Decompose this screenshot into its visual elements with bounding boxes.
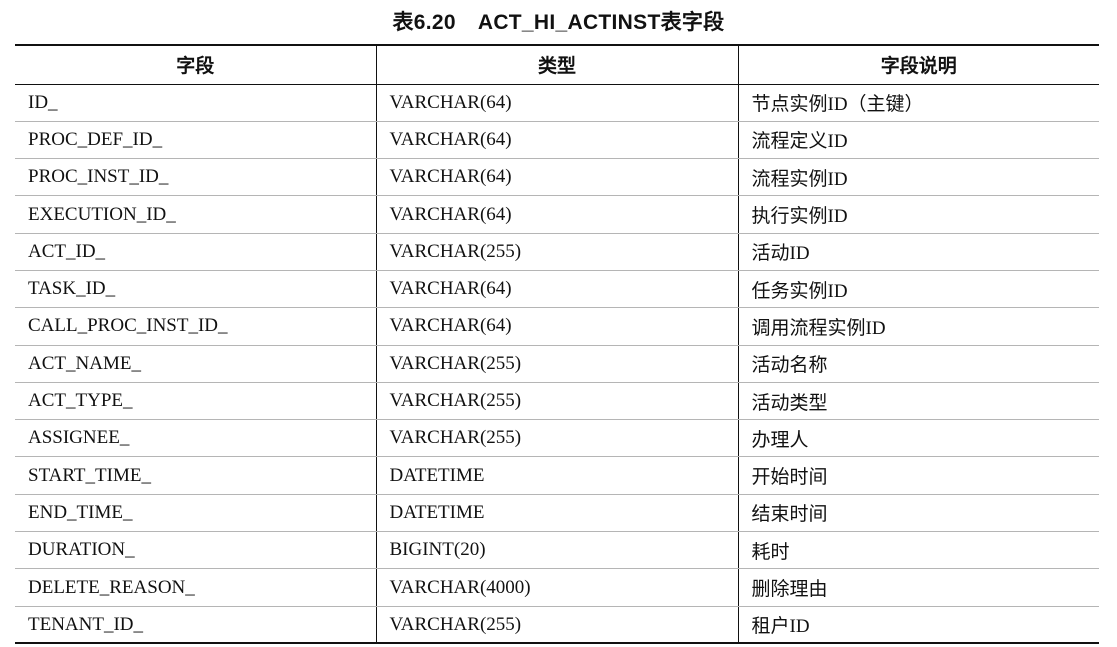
table-row: ACT_TYPE_ VARCHAR(255) 活动类型: [15, 382, 1099, 421]
field-description-cell: 结束时间: [737, 494, 1099, 533]
field-name-cell: ACT_ID_: [15, 233, 376, 271]
table-row: PROC_DEF_ID_ VARCHAR(64) 流程定义ID: [15, 121, 1099, 160]
field-table: 字段 类型 字段说明 ID_ VARCHAR(64) 节点实例ID（主键） PR…: [15, 44, 1099, 645]
field-type-cell: VARCHAR(255): [375, 233, 738, 271]
table-caption: 表6.20 ACT_HI_ACTINST表字段: [0, 6, 1117, 36]
field-name-cell: ACT_TYPE_: [15, 382, 376, 421]
field-description-cell: 活动类型: [737, 382, 1099, 421]
table-row: DURATION_ BIGINT(20) 耗时: [15, 531, 1099, 570]
field-name-cell: DURATION_: [15, 531, 376, 570]
field-name-cell: EXECUTION_ID_: [15, 195, 376, 234]
field-description-cell: 活动名称: [737, 345, 1099, 383]
table-title: ACT_HI_ACTINST表字段: [477, 11, 725, 34]
field-description-cell: 调用流程实例ID: [737, 307, 1099, 346]
field-description-cell: 活动ID: [737, 233, 1099, 271]
field-name-cell: START_TIME_: [15, 456, 376, 495]
field-name-cell: PROC_DEF_ID_: [15, 121, 376, 160]
header-field: 字段: [15, 44, 376, 85]
field-type-cell: VARCHAR(255): [375, 606, 738, 645]
table-row: TASK_ID_ VARCHAR(64) 任务实例ID: [15, 270, 1099, 309]
field-type-cell: VARCHAR(255): [375, 345, 738, 383]
field-type-cell: VARCHAR(64): [375, 84, 738, 122]
field-description-cell: 流程定义ID: [737, 121, 1099, 160]
field-type-cell: DATETIME: [375, 456, 738, 495]
table-row: ASSIGNEE_ VARCHAR(255) 办理人: [15, 419, 1099, 458]
table-row: ID_ VARCHAR(64) 节点实例ID（主键）: [15, 84, 1099, 122]
field-description-cell: 租户ID: [737, 606, 1099, 645]
table-row: CALL_PROC_INST_ID_ VARCHAR(64) 调用流程实例ID: [15, 307, 1099, 346]
field-description-cell: 节点实例ID（主键）: [737, 84, 1099, 122]
table-row: START_TIME_ DATETIME 开始时间: [15, 456, 1099, 495]
field-name-cell: TASK_ID_: [15, 270, 376, 309]
field-type-cell: VARCHAR(64): [375, 307, 738, 346]
field-description-cell: 执行实例ID: [737, 195, 1099, 234]
table-row: END_TIME_ DATETIME 结束时间: [15, 494, 1099, 533]
table-row: ACT_ID_ VARCHAR(255) 活动ID: [15, 233, 1099, 271]
table-row: EXECUTION_ID_ VARCHAR(64) 执行实例ID: [15, 195, 1099, 234]
field-type-cell: VARCHAR(64): [375, 121, 738, 160]
field-type-cell: VARCHAR(4000): [375, 568, 738, 607]
field-name-cell: ID_: [15, 84, 376, 122]
header-type: 类型: [375, 44, 738, 85]
field-type-cell: VARCHAR(255): [375, 382, 738, 421]
field-description-cell: 开始时间: [737, 456, 1099, 495]
table-row: ACT_NAME_ VARCHAR(255) 活动名称: [15, 345, 1099, 383]
table-row: PROC_INST_ID_ VARCHAR(64) 流程实例ID: [15, 158, 1099, 197]
field-name-cell: ASSIGNEE_: [15, 419, 376, 458]
table-row: DELETE_REASON_ VARCHAR(4000) 删除理由: [15, 568, 1099, 607]
header-description: 字段说明: [737, 44, 1099, 85]
field-type-cell: VARCHAR(64): [375, 270, 738, 309]
field-type-cell: BIGINT(20): [375, 531, 738, 570]
field-description-cell: 任务实例ID: [737, 270, 1099, 309]
field-description-cell: 流程实例ID: [737, 158, 1099, 197]
field-type-cell: VARCHAR(64): [375, 195, 738, 234]
field-name-cell: CALL_PROC_INST_ID_: [15, 307, 376, 346]
table-row: TENANT_ID_ VARCHAR(255) 租户ID: [15, 606, 1099, 645]
field-description-cell: 耗时: [737, 531, 1099, 570]
field-name-cell: DELETE_REASON_: [15, 568, 376, 607]
header-row: 字段 类型 字段说明: [15, 44, 1099, 85]
field-name-cell: ACT_NAME_: [15, 345, 376, 383]
field-type-cell: DATETIME: [375, 494, 738, 533]
field-name-cell: PROC_INST_ID_: [15, 158, 376, 197]
field-type-cell: VARCHAR(64): [375, 158, 738, 197]
field-description-cell: 删除理由: [737, 568, 1099, 607]
field-description-cell: 办理人: [737, 419, 1099, 458]
field-name-cell: END_TIME_: [15, 494, 376, 533]
table-number: 表6.20: [392, 11, 456, 34]
field-name-cell: TENANT_ID_: [15, 606, 376, 645]
field-type-cell: VARCHAR(255): [375, 419, 738, 458]
